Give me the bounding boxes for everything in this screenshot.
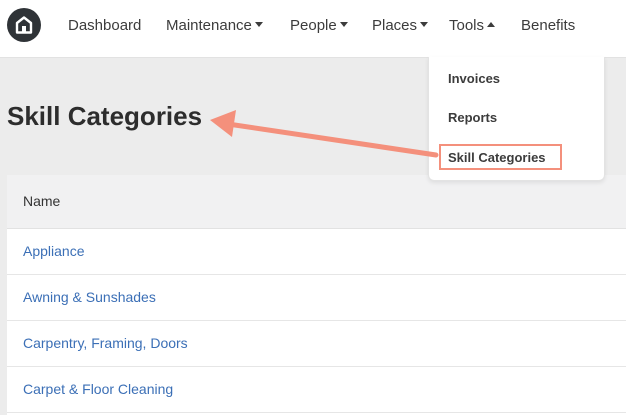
- nav-places-label: Places: [372, 17, 418, 34]
- row-link[interactable]: Awning & Sunshades: [23, 289, 156, 305]
- row-link[interactable]: Carpentry, Framing, Doors: [23, 335, 188, 351]
- annotation-arrow-shaft: [225, 121, 439, 158]
- row-link[interactable]: Carpet & Floor Cleaning: [23, 381, 173, 397]
- nav-dashboard[interactable]: Dashboard: [68, 17, 141, 35]
- nav-people[interactable]: People: [290, 17, 348, 35]
- menu-item-invoices[interactable]: Invoices: [448, 71, 500, 86]
- nav-maintenance-label: Maintenance: [166, 17, 252, 34]
- nav-places[interactable]: Places: [372, 17, 429, 35]
- top-navbar: Dashboard Maintenance People Places Tool…: [0, 0, 626, 58]
- nav-maintenance[interactable]: Maintenance: [166, 17, 263, 35]
- column-header-name[interactable]: Name: [23, 193, 60, 209]
- table-row: Appliance: [7, 229, 626, 275]
- table-header: Name: [7, 175, 626, 229]
- nav-tools-label: Tools: [449, 17, 485, 34]
- table-row: Carpentry, Framing, Doors: [7, 321, 626, 367]
- nav-benefits-label: Benefits: [521, 17, 576, 34]
- caret-down-icon: [339, 21, 348, 27]
- annotation-arrow-head: [210, 110, 236, 137]
- nav-tools[interactable]: Tools: [449, 17, 496, 35]
- home-logo[interactable]: [7, 8, 41, 42]
- table-row: Carpet & Floor Cleaning: [7, 367, 626, 413]
- page-title: Skill Categories: [7, 101, 203, 131]
- skill-categories-table: Name Appliance Awning & Sunshades Carpen…: [7, 175, 626, 415]
- tools-dropdown-menu: Invoices Reports Skill Categories: [428, 57, 605, 181]
- nav-dashboard-label: Dashboard: [68, 17, 142, 34]
- menu-item-reports[interactable]: Reports: [448, 110, 497, 125]
- caret-down-icon: [254, 21, 263, 27]
- nav-people-label: People: [290, 17, 337, 34]
- table-row: Awning & Sunshades: [7, 275, 626, 321]
- caret-down-icon: [420, 21, 429, 27]
- row-link[interactable]: Appliance: [23, 243, 85, 259]
- annotation-highlight-box: [439, 144, 562, 170]
- home-icon: [15, 16, 33, 34]
- caret-up-icon: [487, 21, 496, 27]
- nav-benefits[interactable]: Benefits: [521, 17, 575, 35]
